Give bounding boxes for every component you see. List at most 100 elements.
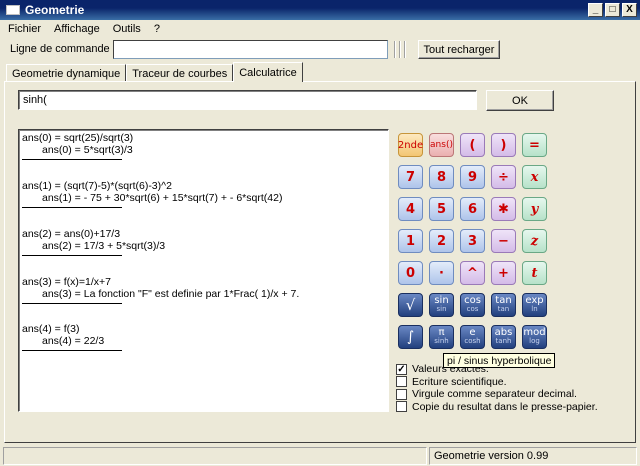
status-version: Geometrie version 0.99 <box>429 447 637 465</box>
key-integral[interactable]: ∫ <box>398 325 423 349</box>
key-x[interactable]: x <box>522 165 547 189</box>
key-abs-sub: tanh <box>495 337 512 345</box>
menu-fichier[interactable]: Fichier <box>8 23 41 35</box>
key-2[interactable]: 2 <box>429 229 454 253</box>
status-message <box>3 447 427 465</box>
option-scientific[interactable]: Ecriture scientifique. <box>396 376 598 389</box>
key-dot[interactable]: · <box>429 261 454 285</box>
key-e-sub: cosh <box>464 337 481 345</box>
key-ans[interactable]: ans() <box>429 133 454 157</box>
status-bar: Geometrie version 0.99 <box>0 446 640 466</box>
history-area[interactable]: ans(0) = sqrt(25)/sqrt(3) ans(0) = 5*sqr… <box>18 129 389 412</box>
options-list: ✓ Valeurs exactes. Ecriture scientifique.… <box>396 363 598 413</box>
key-pi[interactable]: π sinh <box>429 325 454 349</box>
toolbar-grip <box>394 41 406 58</box>
window-title: Geometrie <box>25 3 85 17</box>
key-cos[interactable]: cos cos <box>460 293 485 317</box>
key-z[interactable]: z <box>522 229 547 253</box>
menu-outils[interactable]: Outils <box>113 23 141 35</box>
history-entry: ans(0) = sqrt(25)/sqrt(3) ans(0) = 5*sqr… <box>22 132 362 160</box>
key-multiply[interactable]: ✱ <box>491 197 516 221</box>
maximize-button[interactable]: □ <box>605 3 620 17</box>
key-abs[interactable]: abs tanh <box>491 325 516 349</box>
menu-bar: Fichier Affichage Outils ? <box>0 20 640 38</box>
minimize-button[interactable]: _ <box>588 3 603 17</box>
key-tan-sub: tan <box>497 305 510 313</box>
key-y[interactable]: y <box>522 197 547 221</box>
history-entry: ans(3) = f(x)=1/x+7 ans(3) = La fonction… <box>22 276 362 304</box>
key-sin-sub: sin <box>436 305 447 313</box>
key-exp-sub: ln <box>531 305 538 313</box>
command-input[interactable] <box>113 40 388 59</box>
calc-input[interactable]: sinh( <box>18 90 477 110</box>
menu-affichage[interactable]: Affichage <box>54 23 100 35</box>
tab-geometrie-dynamique[interactable]: Geometrie dynamique <box>6 64 127 82</box>
option-label: Ecriture scientifique. <box>412 375 507 388</box>
key-plus[interactable]: + <box>491 261 516 285</box>
key-4[interactable]: 4 <box>398 197 423 221</box>
key-6[interactable]: 6 <box>460 197 485 221</box>
key-second[interactable]: 2nde <box>398 133 423 157</box>
history-question: ans(2) = ans(0)+17/3 <box>22 228 121 240</box>
key-cos-label: cos <box>464 295 481 306</box>
key-right-paren[interactable]: ) <box>491 133 516 157</box>
reload-button[interactable]: Tout recharger <box>418 40 500 59</box>
history-entry: ans(4) = f(3) ans(4) = 22/3 <box>22 323 362 351</box>
history-separator <box>22 255 122 256</box>
title-bar: Geometrie _ □ X <box>0 0 640 20</box>
option-copy-clipboard[interactable]: Copie du resultat dans le presse-papier. <box>396 401 598 414</box>
tab-traceur-de-courbes[interactable]: Traceur de courbes <box>126 64 234 82</box>
history-question: ans(1) = (sqrt(7)-5)*(sqrt(6)-3)^2 <box>22 180 172 192</box>
key-mod-sub: log <box>529 337 540 345</box>
checkbox[interactable] <box>396 401 407 413</box>
option-label: Virgule comme separateur decimal. <box>412 388 577 401</box>
history-entry: ans(1) = (sqrt(7)-5)*(sqrt(6)-3)^2 ans(1… <box>22 180 362 208</box>
command-label: Ligne de commande : <box>10 43 116 55</box>
checkbox[interactable] <box>396 388 407 400</box>
key-exp-label: exp <box>525 295 544 306</box>
tab-calculatrice[interactable]: Calculatrice <box>233 62 303 82</box>
key-sin[interactable]: sin sin <box>429 293 454 317</box>
key-7[interactable]: 7 <box>398 165 423 189</box>
key-tan-label: tan <box>495 295 512 306</box>
key-8[interactable]: 8 <box>429 165 454 189</box>
menu-help[interactable]: ? <box>154 23 160 35</box>
history-answer: ans(4) = 22/3 <box>42 335 105 347</box>
key-9[interactable]: 9 <box>460 165 485 189</box>
ok-button[interactable]: OK <box>486 90 554 111</box>
key-3[interactable]: 3 <box>460 229 485 253</box>
key-pi-sub: sinh <box>434 337 449 345</box>
key-minus[interactable]: − <box>491 229 516 253</box>
history-answer: ans(1) = - 75 + 30*sqrt(6) + 15*sqrt(7) … <box>42 192 283 204</box>
key-divide[interactable]: ÷ <box>491 165 516 189</box>
history-entry: ans(2) = ans(0)+17/3 ans(2) = 17/3 + 5*s… <box>22 228 362 256</box>
key-equals[interactable]: = <box>522 133 547 157</box>
app-icon <box>6 5 20 15</box>
key-t[interactable]: t <box>522 261 547 285</box>
tab-strip: Geometrie dynamique Traceur de courbes C… <box>6 62 303 82</box>
close-button[interactable]: X <box>622 3 637 17</box>
key-sin-label: sin <box>434 295 449 306</box>
key-abs-label: abs <box>494 327 513 338</box>
key-0[interactable]: 0 <box>398 261 423 285</box>
checkbox[interactable] <box>396 376 407 388</box>
history-answer: ans(0) = 5*sqrt(3)/3 <box>42 144 133 156</box>
key-sqrt[interactable]: √ <box>398 293 423 317</box>
key-5[interactable]: 5 <box>429 197 454 221</box>
key-tan[interactable]: tan tan <box>491 293 516 317</box>
history-separator <box>22 207 122 208</box>
key-left-paren[interactable]: ( <box>460 133 485 157</box>
key-mod-label: mod <box>523 327 546 338</box>
key-exp[interactable]: exp ln <box>522 293 547 317</box>
option-decimal-comma[interactable]: Virgule comme separateur decimal. <box>396 388 598 401</box>
key-power[interactable]: ^ <box>460 261 485 285</box>
history-answer: ans(3) = La fonction "F" est definie par… <box>42 288 300 300</box>
history-question: ans(3) = f(x)=1/x+7 <box>22 276 111 288</box>
key-e[interactable]: e cosh <box>460 325 485 349</box>
history-question: ans(0) = sqrt(25)/sqrt(3) <box>22 132 134 144</box>
checkbox[interactable]: ✓ <box>396 363 407 375</box>
key-mod[interactable]: mod log <box>522 325 547 349</box>
key-1[interactable]: 1 <box>398 229 423 253</box>
history-separator <box>22 159 122 160</box>
key-cos-sub: cos <box>466 305 479 313</box>
